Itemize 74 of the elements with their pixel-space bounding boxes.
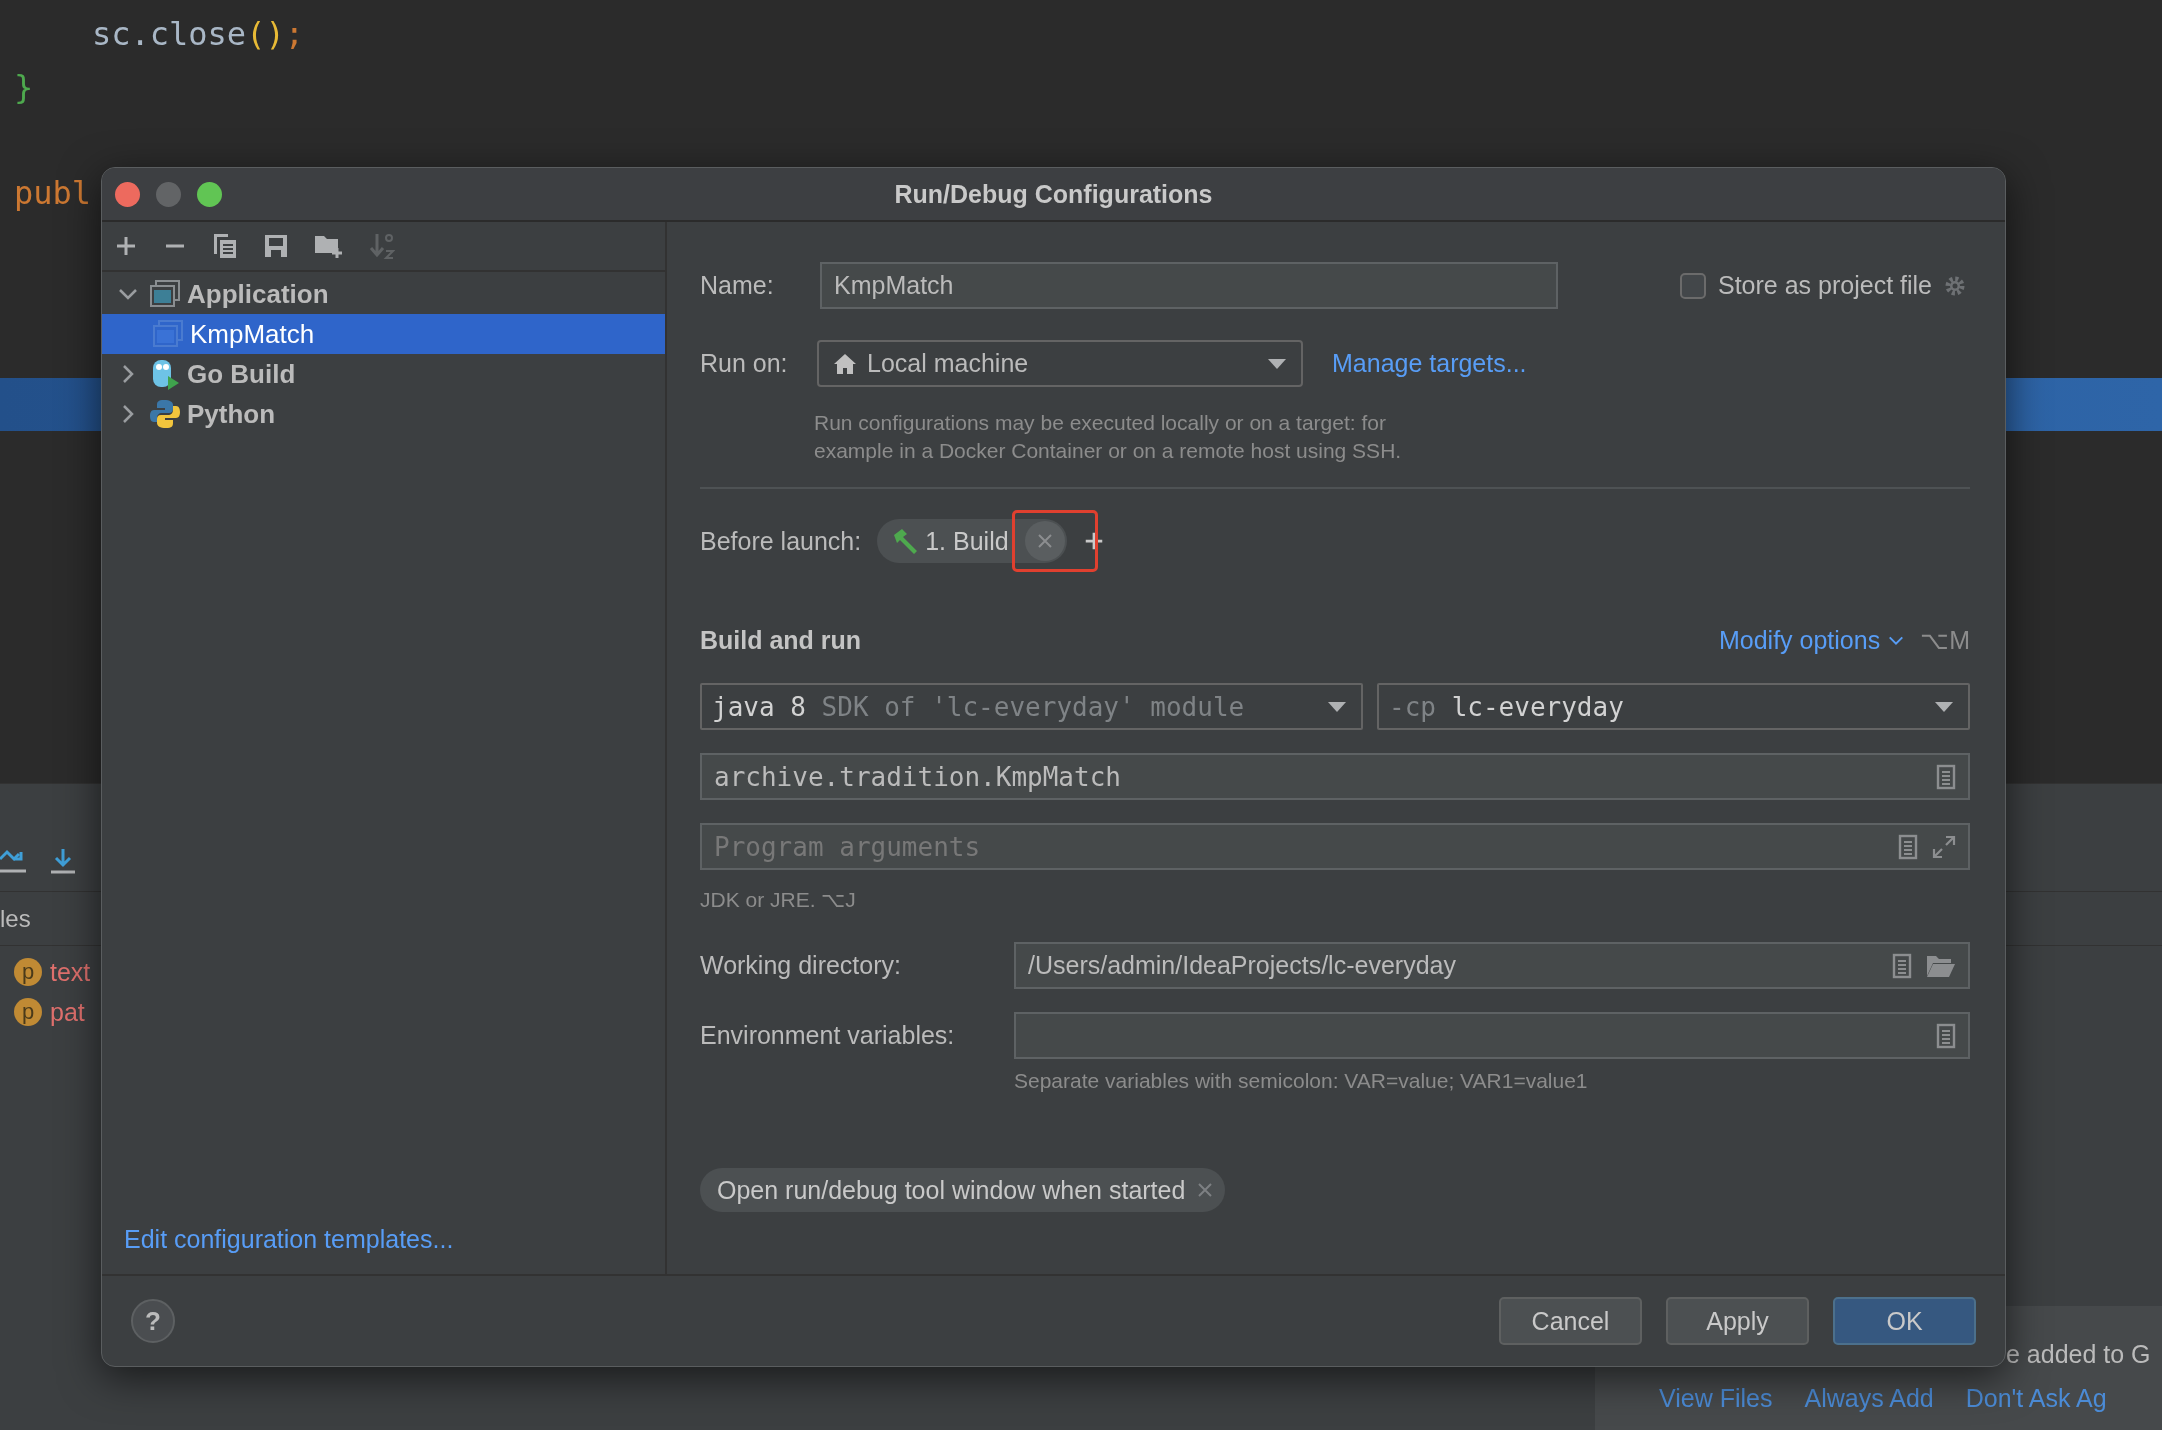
tree-item[interactable]: Python: [102, 394, 665, 434]
chevron-down-icon: [1888, 635, 1905, 646]
hint-text: Separate variables with semicolon: VAR=value; VAR1=value1: [1014, 1068, 1589, 1094]
main-class-field[interactable]: archive.tradition.KmpMatch: [700, 753, 1970, 800]
hint-text: Run configurations may be executed locally or on a target: for example in a Docker Container or on a remote host using SSH.: [814, 410, 1403, 464]
run-on-dropdown[interactable]: Local machine: [817, 340, 1303, 387]
checkbox-label: Store as project file: [1718, 271, 1932, 300]
field-label: Before launch:: [700, 526, 862, 556]
panel-header: les: [0, 904, 31, 933]
play-badge-icon: [150, 358, 180, 390]
collapse-chevron-icon[interactable]: [118, 287, 138, 301]
tree-item[interactable]: KmpMatch: [102, 314, 665, 354]
close-icon: [1036, 533, 1053, 549]
dialog-button[interactable]: Cancel: [1499, 1297, 1642, 1345]
home-icon: [833, 352, 857, 375]
hint-text: JDK or JRE. ⌥J: [700, 887, 857, 913]
add-icon[interactable]: [114, 234, 138, 258]
field-label: Working directory:: [700, 951, 902, 980]
classpath-dropdown[interactable]: -cp lc-everyday: [1377, 683, 1970, 730]
document-icon[interactable]: [1898, 833, 1918, 860]
folder-icon[interactable]: [1926, 953, 1956, 978]
manage-targets-link[interactable]: Manage targets...: [1332, 349, 1527, 378]
copy-icon[interactable]: [212, 232, 238, 260]
field-label: Environment variables:: [700, 1021, 956, 1050]
notification-text: e added to G: [2006, 1340, 2151, 1369]
parameter-badge: p: [14, 998, 42, 1026]
remove-task-button[interactable]: [1024, 521, 1065, 561]
shortcut-text: ⌥M: [1920, 626, 1970, 655]
task-chip[interactable]: 1. Build: [877, 519, 1067, 563]
sdk-dropdown[interactable]: java 8 SDK of 'lc-everyday' module: [700, 683, 1363, 730]
code-line: publ: [14, 172, 92, 213]
parameter-badge: p: [14, 958, 42, 986]
folder-add-icon[interactable]: [314, 233, 344, 259]
environment-variables-field[interactable]: [1014, 1012, 1970, 1059]
help-button[interactable]: ?: [131, 1299, 175, 1343]
expand-chevron-icon[interactable]: [121, 364, 135, 384]
ok-button[interactable]: OK: [1833, 1297, 1976, 1345]
checkbox[interactable]: [1680, 272, 1706, 299]
close-window-button[interactable]: [115, 181, 140, 207]
variable-name: pat: [50, 997, 85, 1027]
window-icon: [150, 280, 180, 308]
zoom-button[interactable]: [197, 181, 222, 207]
caret-icon: [1934, 700, 1954, 713]
field-label: Name:: [700, 271, 775, 300]
name-field[interactable]: KmpMatch: [820, 262, 1558, 309]
document-icon[interactable]: [1936, 1022, 1956, 1049]
option-chip[interactable]: Open run/debug tool window when started: [700, 1168, 1226, 1212]
save-icon[interactable]: [263, 233, 289, 259]
expand-icon[interactable]: [1932, 834, 1956, 859]
expand-chevron-icon[interactable]: [121, 404, 135, 424]
variable-name: text: [50, 957, 91, 987]
code-line: }: [14, 66, 34, 107]
document-icon[interactable]: [1892, 952, 1912, 979]
python-icon: [150, 399, 180, 429]
hammer-icon: [891, 527, 920, 555]
modify-options-link[interactable]: Modify options: [1718, 626, 1905, 655]
edit-templates-link[interactable]: Edit configuration templates...: [102, 1225, 454, 1274]
code-line: sc.close();: [92, 13, 304, 54]
document-icon[interactable]: [1936, 763, 1956, 790]
dialog-title: Run/Debug Configurations: [894, 179, 1213, 209]
section-title: Build and run: [700, 626, 862, 655]
dialog-button[interactable]: Apply: [1666, 1297, 1809, 1345]
working-directory-field[interactable]: /Users/admin/IdeaProjects/lc-everyday: [1014, 942, 1970, 989]
field-label: Run on:: [700, 349, 789, 378]
gear-icon[interactable]: [1944, 274, 1966, 297]
notification-link[interactable]: Always Add: [1804, 1384, 1934, 1413]
tree-item[interactable]: Application: [102, 274, 665, 314]
caret-icon: [1267, 357, 1287, 370]
window-icon: [153, 320, 183, 348]
tree-item[interactable]: Go Build: [102, 354, 665, 394]
caret-icon: [1327, 700, 1347, 713]
download-icon[interactable]: [50, 847, 76, 875]
notification-link[interactable]: Don't Ask Ag: [1965, 1384, 2107, 1413]
close-icon[interactable]: [1197, 1182, 1214, 1198]
